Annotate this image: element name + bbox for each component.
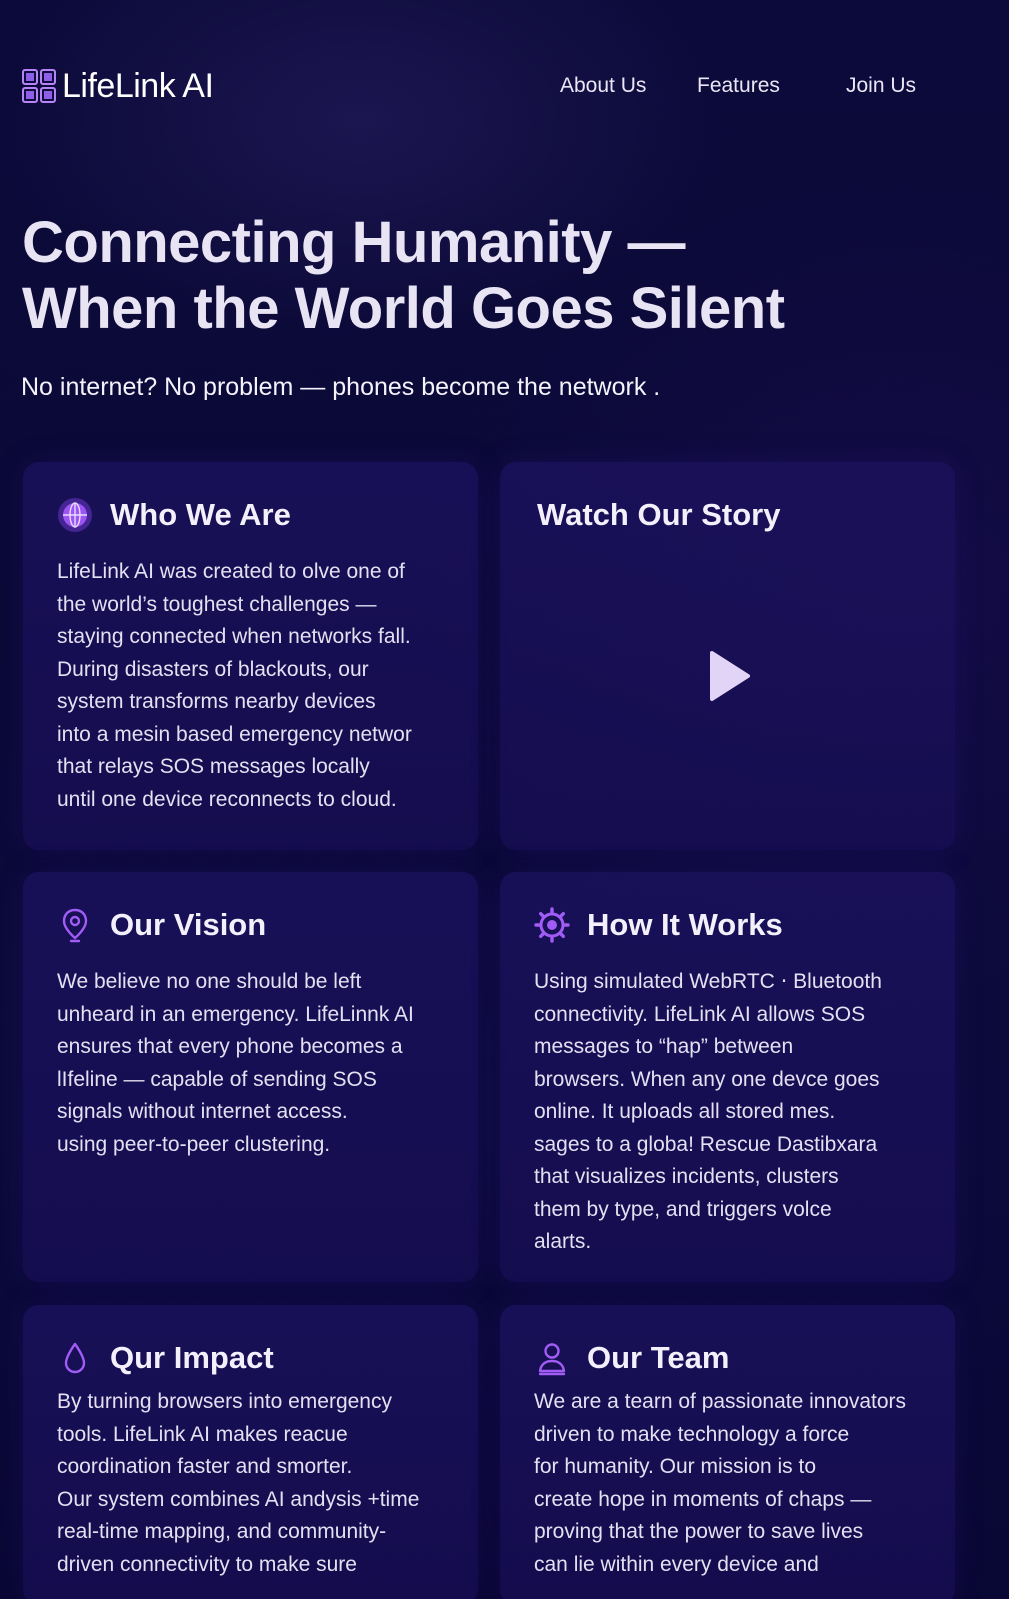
card-text-line: ensures that every phone becomes a — [57, 1035, 403, 1058]
card-title: Watch Our Story — [537, 497, 781, 532]
card-text-line: browsers. When any one devce goes — [534, 1067, 880, 1091]
card-text-line: that visualizes incidents, clusters — [534, 1165, 839, 1188]
card-text-line: lIfeline — capable of sending SOS — [57, 1067, 377, 1091]
card-text-line: driven connectivity to make sure — [57, 1552, 357, 1576]
globe-icon — [58, 498, 92, 532]
card-who-we-are: Who We Are LifeLink AI was created to ol… — [23, 462, 478, 850]
card-text-line: unheard in an emergency. LifeLinnk AI — [57, 1002, 414, 1026]
nav-about-us[interactable]: About Us — [560, 72, 646, 100]
nav-features[interactable]: Features — [697, 72, 780, 100]
card-text-line: messages to “hap” between — [534, 1035, 794, 1058]
card-text-line: staying connected when networks fall. — [57, 625, 411, 648]
card-text-line: the world’s toughest challenges — — [57, 592, 377, 616]
card-how-it-works: How It Works Using simulated WebRTC ⋅ Bl… — [500, 872, 955, 1282]
card-text-line: create hope in moments of chaps — — [534, 1487, 872, 1511]
nav-join-us[interactable]: Join Us — [846, 72, 916, 100]
card-text-line: During disasters of blackouts, our — [57, 657, 369, 681]
hero-title-line-1: Connecting Humanity — — [22, 210, 685, 275]
card-text-line: By turning browsers into emergency — [57, 1390, 392, 1413]
card-title: Qur Impact — [110, 1340, 274, 1375]
card-title: Our Team — [587, 1340, 730, 1375]
card-text-line: until one device reconnects to cloud. — [57, 787, 397, 811]
card-body: Using simulated WebRTC ⋅ Bluetooth conne… — [534, 966, 934, 1259]
card-our-team: Our Team We are a tearn of passionate in… — [500, 1305, 955, 1599]
card-text-line: Using simulated WebRTC ⋅ Bluetooth — [534, 970, 882, 993]
card-text-line: alarts. — [534, 1230, 592, 1253]
card-header: Our Team — [533, 1339, 729, 1377]
brand-name: LifeLink AI — [62, 67, 214, 105]
card-text-line: into a mesin based emergency networ — [57, 722, 412, 746]
card-body: By turning browsers into emergency tools… — [57, 1386, 457, 1581]
hero-title: Connecting Humanity — When the World Goe… — [22, 210, 902, 342]
card-text-line: system transforms nearby devices — [57, 690, 376, 713]
card-header: How It Works — [533, 906, 783, 944]
card-header: Qur Impact — [56, 1339, 274, 1377]
card-body: We are a tearn of passionate innovators … — [534, 1386, 934, 1581]
card-text-line: We believe no one should be left — [57, 970, 362, 993]
site-header: LifeLink AI About Us Features Join Us — [0, 60, 1009, 116]
card-title: Our Vision — [110, 907, 267, 942]
card-text-line: can lie within every device and — [534, 1552, 819, 1576]
card-text-line: using peer-to-peer clustering. — [57, 1132, 331, 1156]
card-title: Who We Are — [110, 497, 291, 532]
card-header: Who We Are — [56, 496, 291, 534]
card-our-impact: Qur Impact By turning browsers into emer… — [23, 1305, 478, 1599]
card-text-line: them by type, and triggers volce — [534, 1197, 832, 1221]
card-text-line: coordination faster and smorter. — [57, 1455, 353, 1478]
page: LifeLink AI About Us Features Join Us Co… — [0, 0, 1009, 1599]
card-text-line: driven to make technology a force — [534, 1422, 850, 1446]
card-text-line: connectivity. LifeLink AI allows SOS — [534, 1002, 866, 1026]
card-text-line: We are a tearn of passionate innovators — [534, 1390, 907, 1413]
hero-title-line-2: When the World Goes Silent — [22, 276, 785, 341]
gear-icon — [534, 907, 570, 943]
card-text-line: signals without internet access. — [57, 1100, 348, 1123]
card-text-line: sages to a globa! Rescue Dastibxara — [534, 1132, 878, 1156]
card-text-line: tools. LifeLink AI makes reacue — [57, 1422, 348, 1446]
card-our-vision: Our Vision We believe no one should be l… — [23, 872, 478, 1282]
hero-subtitle: No internet? No problem — phones become … — [21, 373, 661, 401]
card-body: LifeLink AI was created to olve one of t… — [57, 556, 457, 816]
droplet-icon — [64, 1342, 86, 1374]
card-text-line: that relays SOS messages locally — [57, 755, 370, 778]
card-text-line: real-time mapping, and community- — [57, 1520, 387, 1543]
card-text-line: for humanity. Our mission is to — [534, 1455, 817, 1478]
card-body: We believe no one should be left unheard… — [57, 966, 457, 1161]
location-pin-icon — [62, 908, 88, 943]
grid-logo-icon — [22, 69, 56, 103]
card-header: Our Vision — [56, 906, 266, 944]
card-text-line: Our system combines AI andysis +time — [57, 1487, 420, 1511]
user-icon — [538, 1343, 566, 1376]
card-title: How It Works — [587, 907, 783, 942]
card-text-line: online. It uploads all stored mes. — [534, 1100, 836, 1123]
card-watch-our-story: Watch Our Story — [500, 462, 955, 850]
card-text-line: LifeLink AI was created to olve one of — [57, 560, 405, 583]
play-icon[interactable] — [708, 650, 752, 702]
brand-logo[interactable]: LifeLink AI — [22, 66, 214, 106]
card-text-line: proving that the power to save lives — [534, 1520, 864, 1543]
